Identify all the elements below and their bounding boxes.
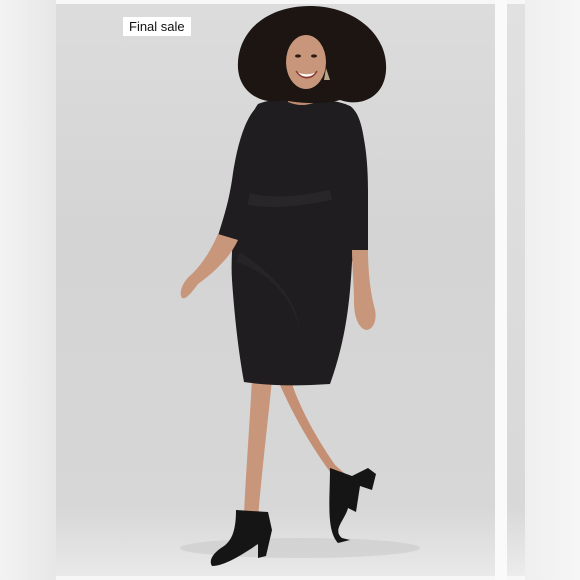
front-sandal [210, 510, 272, 566]
photo-gap [495, 0, 507, 580]
model-front-leg [244, 378, 272, 518]
listing-photo-viewer: Final sale [0, 0, 580, 580]
model-in-black-dress-photo [180, 6, 420, 566]
model-face [286, 35, 326, 89]
next-product-photo-edge[interactable] [507, 4, 525, 576]
right-hand [352, 250, 376, 330]
back-sandal [329, 468, 376, 543]
previous-photo-edge[interactable] [0, 0, 56, 580]
model-back-leg [280, 378, 350, 485]
main-product-photo[interactable]: Final sale [56, 4, 495, 576]
final-sale-badge: Final sale [123, 17, 191, 36]
next-photo-edge[interactable] [525, 0, 580, 580]
left-hand [180, 234, 238, 299]
